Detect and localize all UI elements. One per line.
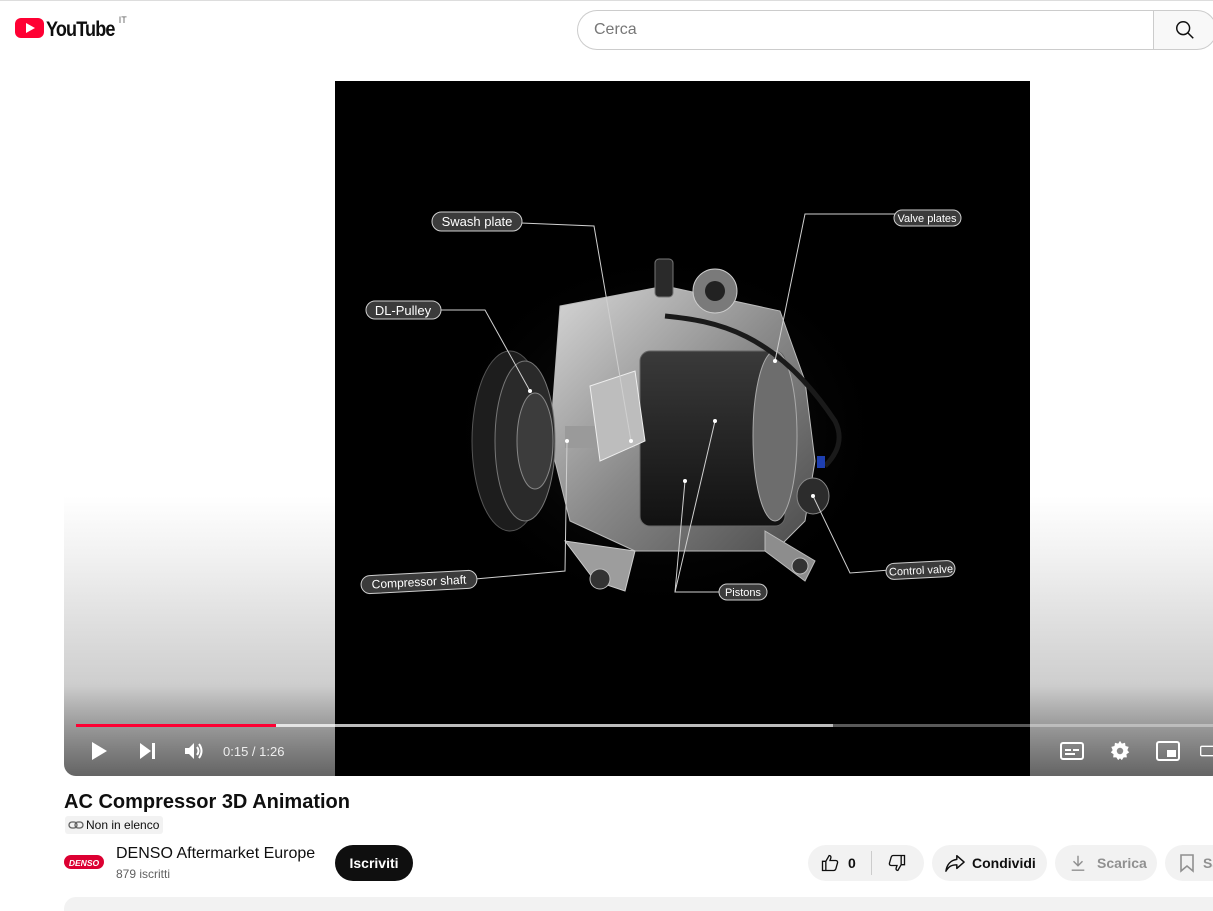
download-icon (1071, 855, 1085, 871)
miniplayer-icon (1156, 741, 1180, 761)
dislike-button[interactable] (872, 845, 922, 881)
video-player[interactable]: Swash plate Valve plates DL-Pulley Compr… (64, 81, 1213, 776)
subscriber-count: 879 iscritti (116, 867, 171, 881)
link-icon (68, 821, 84, 829)
gear-icon (1110, 740, 1130, 761)
bookmark-icon (1180, 854, 1194, 873)
volume-icon (185, 743, 203, 759)
play-button[interactable] (86, 737, 112, 765)
label-swash-plate: Swash plate (442, 214, 513, 229)
label-valve-plates: Valve plates (897, 213, 957, 225)
masthead: YouTube IT (0, 0, 1213, 56)
save-label: Salva (1203, 855, 1213, 871)
svg-text:DENSO: DENSO (69, 858, 100, 868)
label-pistons: Pistons (725, 587, 762, 599)
visibility-badge: Non in elenco (65, 816, 164, 834)
compressor-diagram: Swash plate Valve plates DL-Pulley Compr… (360, 209, 962, 621)
like-button[interactable]: 0 (808, 845, 871, 881)
time-display: 0:15 / 1:26 (223, 744, 285, 759)
like-count: 0 (848, 855, 856, 871)
channel-name[interactable]: DENSO Aftermarket Europe (116, 845, 315, 863)
subscribe-button[interactable]: Iscriviti (335, 845, 413, 881)
theater-button[interactable] (1200, 737, 1213, 765)
skip-next-icon (140, 743, 155, 759)
visibility-label: Non in elenco (86, 818, 160, 832)
description-box[interactable] (64, 897, 1213, 911)
label-dl-pulley: DL-Pulley (375, 303, 432, 318)
country-code: IT (118, 15, 127, 25)
logo-text: YouTube (46, 18, 115, 41)
channel-avatar[interactable]: DENSO (64, 846, 104, 878)
youtube-play-icon (15, 18, 44, 38)
share-icon (945, 855, 965, 872)
share-button[interactable]: Condividi (932, 845, 1047, 881)
save-button[interactable]: Salva (1165, 845, 1213, 881)
settings-button[interactable] (1106, 737, 1134, 765)
video-title: AC Compressor 3D Animation (64, 791, 350, 813)
download-label: Scarica (1097, 855, 1147, 871)
search-button[interactable] (1153, 10, 1213, 50)
search-icon (1176, 21, 1194, 39)
progress-bar[interactable] (76, 723, 1213, 728)
denso-logo: DENSO (64, 855, 104, 869)
like-dislike-group: 0 (808, 845, 924, 881)
next-button[interactable] (134, 737, 160, 765)
miniplayer-button[interactable] (1154, 737, 1182, 765)
video-frame[interactable]: Swash plate Valve plates DL-Pulley Compr… (335, 81, 1030, 776)
download-button[interactable]: Scarica (1055, 845, 1157, 881)
theater-mode-icon (1200, 745, 1213, 757)
search-bar (577, 10, 1213, 50)
subtitles-icon (1060, 742, 1084, 760)
thumbs-down-icon (888, 854, 906, 872)
subtitles-button[interactable] (1058, 737, 1086, 765)
progress-played (76, 724, 276, 727)
share-label: Condividi (972, 855, 1036, 871)
youtube-logo[interactable]: YouTube IT (15, 15, 127, 41)
search-input[interactable] (577, 10, 1153, 50)
mute-button[interactable] (180, 737, 208, 765)
play-icon (92, 742, 107, 760)
thumbs-up-icon (821, 854, 839, 872)
